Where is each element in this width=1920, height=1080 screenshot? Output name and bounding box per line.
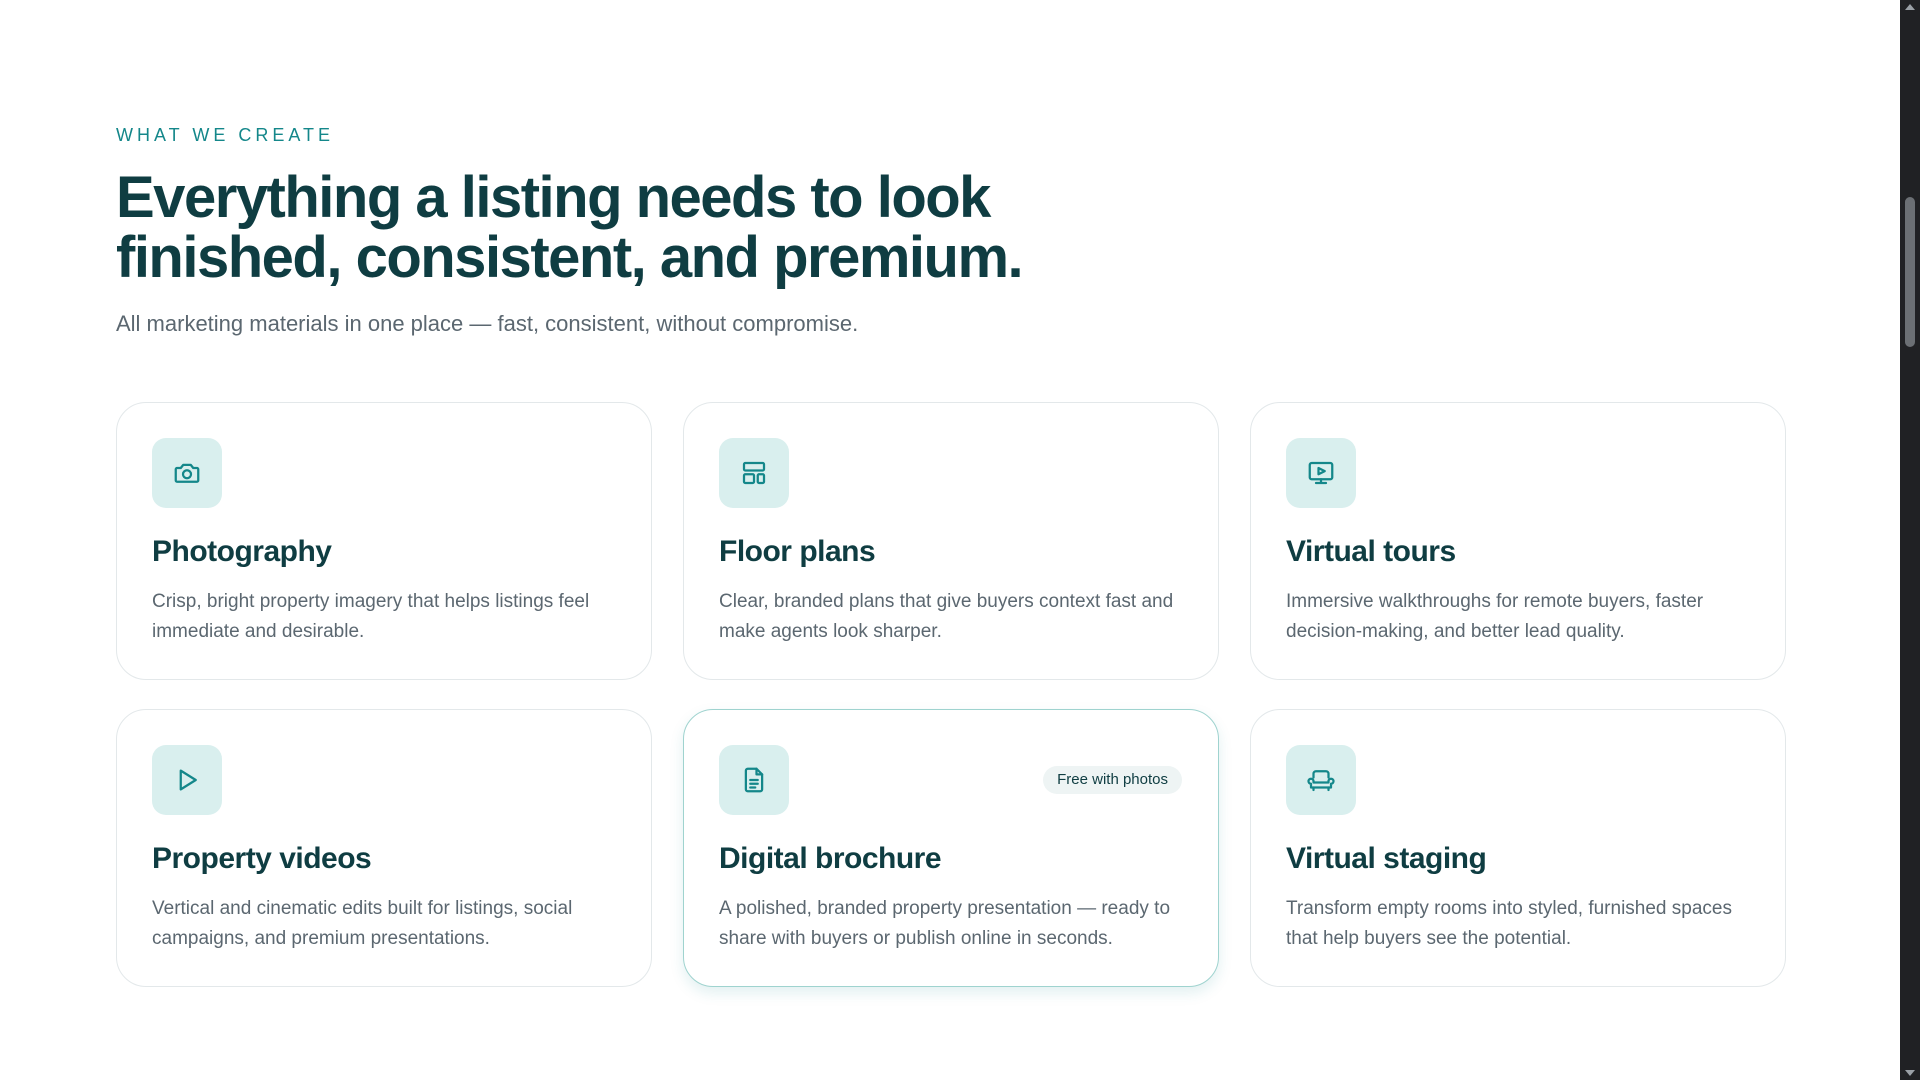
card-description: A polished, branded property presentatio…: [719, 898, 1171, 949]
card-title: Property videos: [152, 842, 372, 875]
document-icon: [719, 745, 789, 815]
card-description: Vertical and cinematic edits built for l…: [152, 898, 573, 949]
card-title: Digital brochure: [719, 842, 942, 875]
service-card-photography[interactable]: Photography Crisp, bright property image…: [116, 402, 652, 680]
card-description: Crisp, bright property imagery that help…: [152, 591, 590, 642]
card-description: Immersive walkthroughs for remote buyers…: [1286, 591, 1704, 642]
service-card-virtual-staging[interactable]: Virtual staging Transform empty rooms in…: [1250, 709, 1786, 987]
sofa-icon: [1286, 745, 1356, 815]
card-description: Clear, branded plans that give buyers co…: [719, 591, 1174, 642]
camera-icon: [152, 438, 222, 508]
section-subhead: All marketing materials in one place — f…: [116, 311, 859, 336]
free-with-photos-badge: Free with photos: [1043, 766, 1182, 794]
floor-plan-icon: [719, 438, 789, 508]
virtual-tour-icon: [1286, 438, 1356, 508]
page: WHAT WE CREATE Everything a listing need…: [0, 0, 1900, 1080]
scrollbar-thumb[interactable]: [1905, 197, 1915, 347]
service-card-digital-brochure[interactable]: Free with photos Digital brochure A poli…: [683, 709, 1219, 987]
scroll-up-arrow-icon[interactable]: [1905, 4, 1915, 10]
play-icon: [152, 745, 222, 815]
card-title: Virtual tours: [1286, 535, 1456, 568]
card-title: Photography: [152, 535, 332, 568]
card-title: Floor plans: [719, 535, 876, 568]
vertical-scrollbar[interactable]: [1900, 0, 1920, 1080]
card-title: Virtual staging: [1286, 842, 1487, 875]
service-card-floor-plans[interactable]: Floor plans Clear, branded plans that gi…: [683, 402, 1219, 680]
service-card-property-videos[interactable]: Property videos Vertical and cinematic e…: [116, 709, 652, 987]
section-eyebrow: WHAT WE CREATE: [116, 125, 334, 145]
section-headline: Everything a listing needs to look finis…: [116, 165, 1024, 290]
card-description: Transform empty rooms into styled, furni…: [1286, 898, 1732, 949]
scroll-down-arrow-icon[interactable]: [1905, 1070, 1915, 1076]
service-card-virtual-tours[interactable]: Virtual tours Immersive walkthroughs for…: [1250, 402, 1786, 680]
